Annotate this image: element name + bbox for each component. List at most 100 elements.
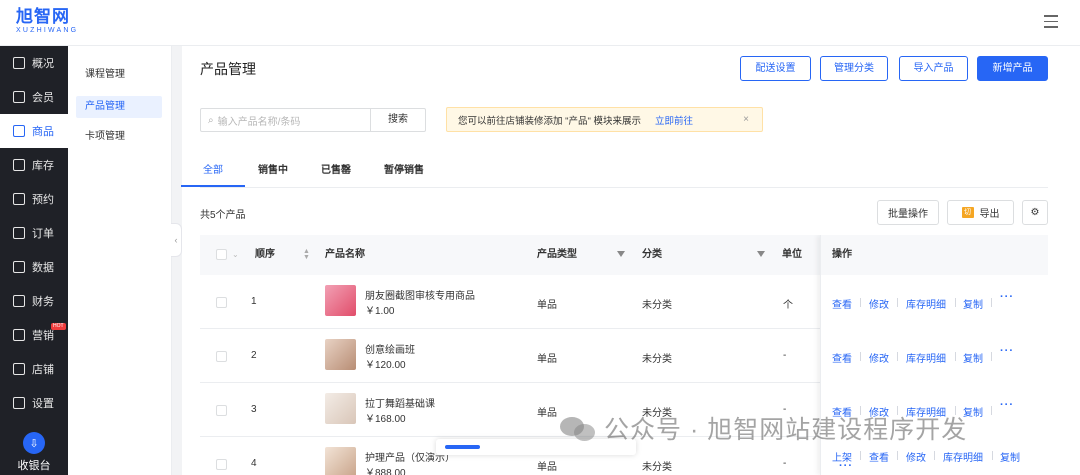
search-input[interactable]: ⌕ 输入产品名称/条码 (201, 109, 370, 131)
header-name: 产品名称 (325, 249, 365, 260)
subnav-item-card[interactable]: 卡项管理 (76, 126, 162, 148)
store-icon (13, 125, 25, 137)
product-type: 单品 (537, 462, 557, 473)
collapse-handle[interactable]: ‹ (171, 223, 182, 257)
cashier-button[interactable]: ⇩ 收银台 (0, 429, 68, 475)
edit-link[interactable]: 修改 (869, 296, 889, 311)
copy-link[interactable]: 复制 (963, 350, 983, 365)
menu-icon[interactable] (1044, 15, 1058, 28)
subnav-item-product[interactable]: 产品管理 (76, 96, 162, 118)
sidebar-item-booking[interactable]: 预约 (0, 182, 68, 216)
sidebar-item-shop[interactable]: 店铺 (0, 352, 68, 386)
close-icon[interactable]: × (743, 114, 749, 125)
row-checkbox[interactable] (216, 459, 227, 470)
product-name: 拉丁舞蹈基础课 (365, 399, 435, 410)
sidebar-item-label: 预约 (32, 194, 54, 206)
sidebar-item-finance[interactable]: 财务 (0, 284, 68, 318)
edit-link[interactable]: 修改 (906, 449, 926, 464)
product-price: ￥168.00 (365, 414, 406, 425)
row-checkbox[interactable] (216, 351, 227, 362)
hot-badge: HOT (51, 323, 66, 330)
settings-icon (13, 397, 25, 409)
view-link[interactable]: 查看 (869, 449, 889, 464)
search-button[interactable]: 搜索 (370, 109, 425, 131)
chart-icon (13, 261, 25, 273)
notice-bar: 您可以前往店铺装修添加 "产品" 模块来展示 立即前往 × (446, 107, 763, 132)
sidebar-item-marketing[interactable]: 营销 HOT (0, 318, 68, 352)
sidebar-item-label: 库存 (32, 160, 54, 172)
inventory-icon (13, 159, 25, 171)
product-price: ￥120.00 (365, 360, 406, 371)
add-product-button[interactable]: 新增产品 (977, 56, 1048, 81)
manage-category-button[interactable]: 管理分类 (820, 56, 888, 81)
search-placeholder: 输入产品名称/条码 (217, 116, 301, 128)
search-icon: ⌕ (208, 114, 214, 126)
cashier-icon: ⇩ (23, 432, 45, 454)
delivery-settings-button[interactable]: 配送设置 (740, 56, 811, 81)
more-icon[interactable]: ··· (839, 460, 853, 472)
calendar-check-icon (13, 193, 25, 205)
divider (897, 451, 898, 460)
scrollbar-thumb[interactable] (445, 445, 480, 449)
view-link[interactable]: 查看 (832, 296, 852, 311)
tab-on-sale[interactable]: 销售中 (256, 153, 290, 187)
sort-icon[interactable]: ▲ ▼ (303, 248, 310, 261)
header-ops: 操作 (821, 235, 1048, 275)
product-type: 单品 (537, 354, 557, 365)
more-icon[interactable]: ··· (1000, 345, 1014, 357)
more-icon[interactable]: ··· (1000, 399, 1014, 411)
cashier-label: 收银台 (17, 460, 51, 472)
divider (897, 352, 898, 361)
sidebar-item-label: 订单 (32, 228, 54, 240)
tab-paused[interactable]: 暂停销售 (382, 153, 426, 187)
row-checkbox[interactable] (216, 405, 227, 416)
sidebar-item-data[interactable]: 数据 (0, 250, 68, 284)
marketing-icon (13, 329, 25, 341)
logo-subtext: XUZHIWANG (16, 27, 79, 34)
divider (955, 352, 956, 361)
row-seq: 4 (251, 458, 257, 469)
divider (992, 451, 993, 460)
sidebar-item-member[interactable]: 会员 (0, 80, 68, 114)
filter-icon[interactable] (757, 251, 765, 257)
import-product-button[interactable]: 导入产品 (899, 56, 968, 81)
product-thumbnail (325, 393, 356, 424)
row-checkbox[interactable] (216, 297, 227, 308)
more-icon[interactable]: ··· (1000, 291, 1014, 303)
sidebar-item-label: 店铺 (32, 364, 54, 376)
product-price: ￥888.00 (365, 468, 406, 475)
notice-link[interactable]: 立即前往 (655, 113, 693, 127)
view-link[interactable]: 查看 (832, 350, 852, 365)
sidebar-item-goods[interactable]: 商品 (0, 114, 68, 148)
divider (897, 298, 898, 307)
subnav-item-course[interactable]: 课程管理 (76, 64, 162, 86)
stock-detail-link[interactable]: 库存明细 (943, 449, 983, 464)
tab-all[interactable]: 全部 (181, 153, 245, 187)
sidebar-item-overview[interactable]: 概况 (0, 46, 68, 80)
sidebar-item-orders[interactable]: 订单 (0, 216, 68, 250)
finance-icon (13, 295, 25, 307)
batch-operation-button[interactable]: 批量操作 (877, 200, 939, 225)
logo[interactable]: 旭智网 XUZHIWANG (16, 7, 86, 37)
copy-link[interactable]: 复制 (963, 296, 983, 311)
divider (860, 451, 861, 460)
stock-detail-link[interactable]: 库存明细 (906, 296, 946, 311)
product-thumbnail (325, 285, 356, 316)
crown-icon (13, 91, 25, 103)
notice-text: 您可以前往店铺装修添加 "产品" 模块来展示 (458, 115, 642, 127)
export-label: 导出 (979, 209, 1000, 220)
edit-link[interactable]: 修改 (869, 350, 889, 365)
product-category: 未分类 (642, 462, 672, 473)
sidebar-item-label: 财务 (32, 296, 54, 308)
chevron-down-icon[interactable]: ⌄ (232, 235, 239, 275)
copy-link[interactable]: 复制 (1000, 449, 1020, 464)
select-all-checkbox[interactable] (216, 249, 227, 260)
sidebar-item-settings[interactable]: 设置 (0, 386, 68, 420)
sidebar-item-inventory[interactable]: 库存 (0, 148, 68, 182)
export-button[interactable]: 切 导出 (947, 200, 1014, 225)
settings-gear-button[interactable]: ⚙ (1022, 200, 1048, 225)
product-name: 朋友圈截图审核专用商品 (365, 291, 475, 302)
tab-sold-out[interactable]: 已售罄 (319, 153, 353, 187)
stock-detail-link[interactable]: 库存明细 (906, 350, 946, 365)
filter-icon[interactable] (617, 251, 625, 257)
